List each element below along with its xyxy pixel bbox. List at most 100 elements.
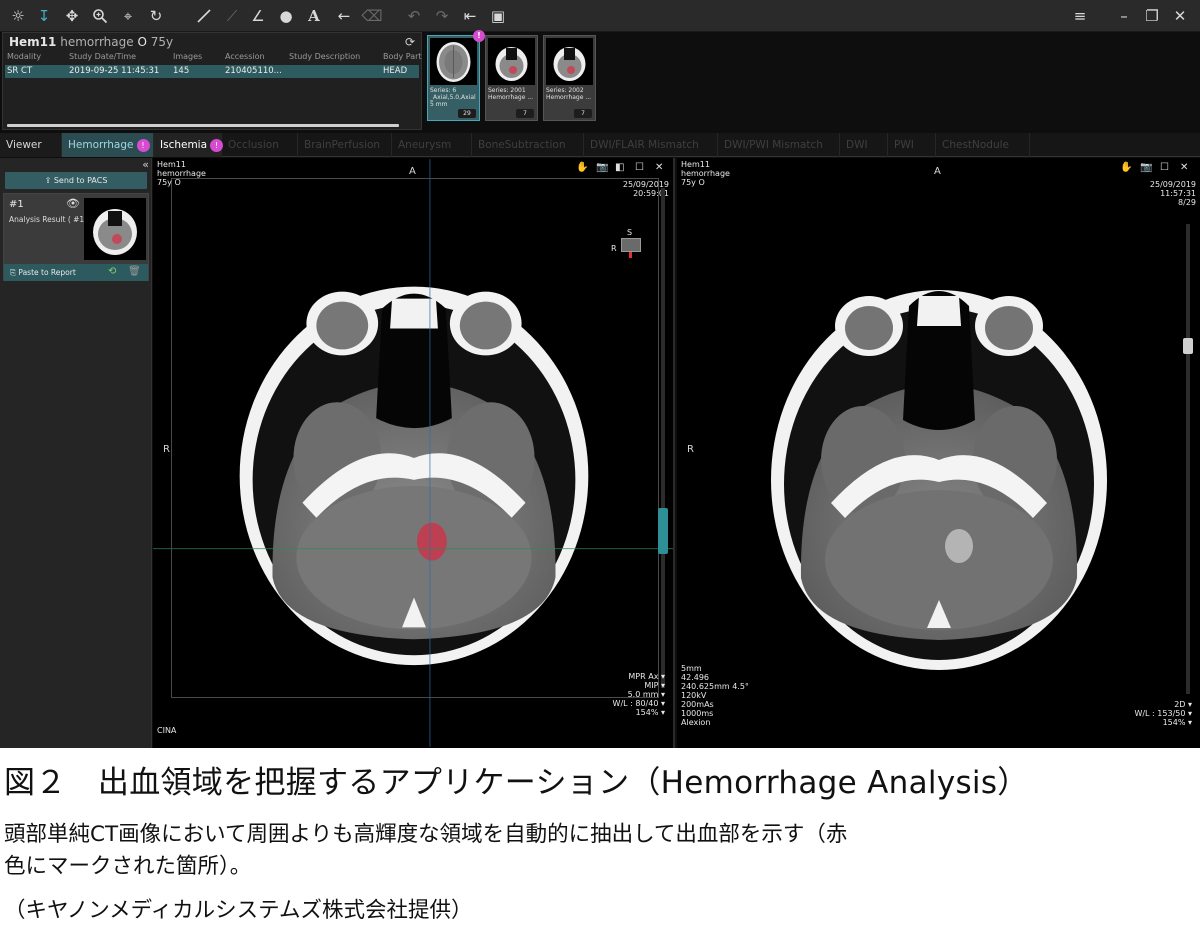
slice-scrollbar-thumb[interactable] (658, 508, 668, 554)
viewport-source-ct[interactable]: Hem11 hemorrhage 75y O A R 25/09/2019 11… (677, 158, 1200, 748)
analysis-result-card[interactable]: #1 👁 Analysis Result ( #1 ) ⎘ Paste to R… (3, 193, 149, 281)
figure-credit: （キヤノンメディカルシステムズ株式会社提供） (4, 898, 473, 923)
tab-viewer[interactable]: Viewer (0, 133, 62, 157)
column-header-modality[interactable]: Modality (7, 52, 41, 61)
viewport-render-settings[interactable]: MPR Ax ▾ MIP ▾ 5.0 mm ▾ W/L : 80/40 ▾ 15… (613, 672, 665, 717)
redo-icon[interactable]: ↷ (430, 4, 454, 28)
slice-scrollbar[interactable] (658, 188, 668, 688)
slice-scrollbar[interactable] (1183, 224, 1193, 694)
text-annotation-icon[interactable]: A (302, 4, 326, 28)
tab-aneurysm[interactable]: Aneurysm (392, 133, 472, 157)
tab-dwi-pwi-mismatch[interactable]: DWI/PWI Mismatch (718, 133, 840, 157)
tab-label: PWI (894, 139, 914, 151)
orientation-cube-left-label: R (611, 244, 617, 253)
send-to-pacs-button[interactable]: ⇪ Send to PACS (5, 172, 147, 189)
collapse-panel-icon[interactable]: « (142, 158, 149, 171)
pan-icon[interactable]: ✥ (60, 4, 84, 28)
analysis-badge-icon: ! (473, 30, 485, 42)
close-viewport-icon[interactable]: ✕ (1180, 162, 1188, 173)
hand-icon[interactable]: ✋ (576, 162, 588, 173)
reset-icon[interactable]: ⇤ (458, 4, 482, 28)
close-viewport-icon[interactable]: ✕ (655, 162, 663, 173)
cube-icon[interactable]: ◧ (615, 162, 624, 173)
screenshot-icon[interactable]: ▣ (486, 4, 510, 28)
scroll-icon[interactable]: ↧ (32, 4, 56, 28)
brightness-icon[interactable]: ☼ (6, 4, 30, 28)
tab-brainperfusion[interactable]: BrainPerfusion (298, 133, 392, 157)
cell-modality: SR CT (7, 66, 33, 76)
paste-to-report-button[interactable]: ⎘ Paste to Report (10, 266, 76, 279)
column-header-images[interactable]: Images (173, 52, 202, 61)
tab-dwi[interactable]: DWI (840, 133, 888, 157)
crosshair-icon[interactable]: ⌖ (116, 4, 140, 28)
angle-icon[interactable]: ∠ (246, 4, 270, 28)
zoom-icon[interactable] (88, 4, 112, 28)
visibility-eye-icon[interactable]: 👁 (66, 197, 80, 210)
undo-icon[interactable]: ↶ (402, 4, 426, 28)
series-thumbnail[interactable]: ! Series: 6 _Axial,5.0,Axial 5 mm 29 (427, 30, 485, 121)
series-label: Series: 6 _Axial,5.0,Axial 5 mm (430, 87, 476, 108)
analysis-panel: « ⇪ Send to PACS #1 👁 Analysis Result ( … (0, 158, 152, 748)
tab-label: BoneSubtraction (478, 139, 566, 151)
maximize-icon[interactable]: ☐ (1160, 162, 1169, 173)
menu-icon[interactable]: ≡ (1068, 4, 1092, 28)
maximize-icon[interactable]: ☐ (635, 162, 644, 173)
trash-icon[interactable]: 🗑 (128, 266, 141, 277)
tab-chestnodule[interactable]: ChestNodule (936, 133, 1030, 157)
series-thumbnail[interactable]: Series: 2001 Hemorrhage ... 7 (485, 35, 538, 121)
orientation-label-top: A (934, 166, 941, 177)
series-thumbnail-image (430, 38, 477, 85)
tab-occlusion[interactable]: Occlusion (222, 133, 298, 157)
orientation-label-left: R (687, 444, 694, 455)
column-header-accession[interactable]: Accession (225, 52, 265, 61)
figure-description-continued: 色にマークされた箇所）。 (4, 854, 252, 879)
send-to-pacs-label: Send to PACS (53, 176, 108, 185)
column-header-study-description[interactable]: Study Description (289, 52, 360, 61)
application-tabs: Viewer Hemorrhage! Ischemia! Occlusion B… (0, 133, 1200, 157)
orientation-cube[interactable]: S R (611, 228, 645, 258)
viewport-frame (171, 178, 659, 698)
tab-bonesubtraction[interactable]: BoneSubtraction (472, 133, 584, 157)
cell-accession: 210405110... (225, 66, 282, 76)
tab-label: ChestNodule (942, 139, 1010, 151)
polyline-icon[interactable]: ⟋ (220, 4, 244, 28)
orientation-label-top: A (409, 166, 416, 177)
table-row[interactable] (5, 65, 419, 78)
viewport-mpr-axial[interactable]: Hem11 hemorrhage 75y O A R 25/09/2019 20… (153, 158, 675, 748)
rotate-icon[interactable]: ↻ (144, 4, 168, 28)
viewport-render-settings[interactable]: 2D ▾ W/L : 153/50 ▾ 154% ▾ (1134, 700, 1192, 727)
minimize-icon[interactable]: – (1112, 4, 1136, 28)
application-window: ☼ ↧ ✥ ⌖ ↻ ⟋ ∠ ● A ← ⌫ ↶ ↷ ⇤ ▣ ≡ – ❐ ✕ He… (0, 0, 1200, 748)
ellipse-roi-icon[interactable]: ● (274, 4, 298, 28)
slice-scrollbar-thumb[interactable] (1183, 338, 1193, 354)
hand-icon[interactable]: ✋ (1120, 162, 1132, 173)
cell-body-part: HEAD (383, 66, 408, 76)
series-image-count: 7 (574, 109, 592, 118)
tab-dwi-flair-mismatch[interactable]: DWI/FLAIR Mismatch (584, 133, 718, 157)
series-thumbnail[interactable]: Series: 2002 Hemorrhage ... 7 (543, 35, 596, 121)
erase-icon[interactable]: ⌫ (360, 4, 384, 28)
camera-icon[interactable]: 📷 (596, 162, 608, 173)
horizontal-scrollbar[interactable] (7, 124, 399, 127)
column-header-study-date[interactable]: Study Date/Time (69, 52, 136, 61)
restore-icon[interactable]: ❐ (1140, 4, 1164, 28)
tab-ischemia[interactable]: Ischemia! (154, 133, 224, 157)
arrow-annotation-icon[interactable]: ← (332, 4, 356, 28)
result-thumbnail (84, 198, 146, 260)
refresh-icon[interactable]: ⟳ (405, 35, 415, 49)
series-thumbnail-image (488, 38, 535, 85)
export-icon[interactable]: ⟲ (108, 266, 116, 277)
patient-age: 75y (150, 35, 174, 49)
close-icon[interactable]: ✕ (1168, 4, 1192, 28)
column-header-body-part[interactable]: Body Part (383, 52, 422, 61)
result-number: #1 (9, 199, 24, 210)
line-measure-icon[interactable] (192, 4, 216, 28)
viewport-vendor-label: CINA (157, 726, 177, 735)
orientation-label-left: R (163, 444, 170, 455)
result-label: Analysis Result ( #1 ) (9, 215, 90, 224)
tab-pwi[interactable]: PWI (888, 133, 936, 157)
camera-icon[interactable]: 📷 (1140, 162, 1152, 173)
series-thumbnail-image (546, 38, 593, 85)
tab-label: DWI/PWI Mismatch (724, 139, 823, 151)
tab-hemorrhage[interactable]: Hemorrhage! (62, 133, 154, 157)
